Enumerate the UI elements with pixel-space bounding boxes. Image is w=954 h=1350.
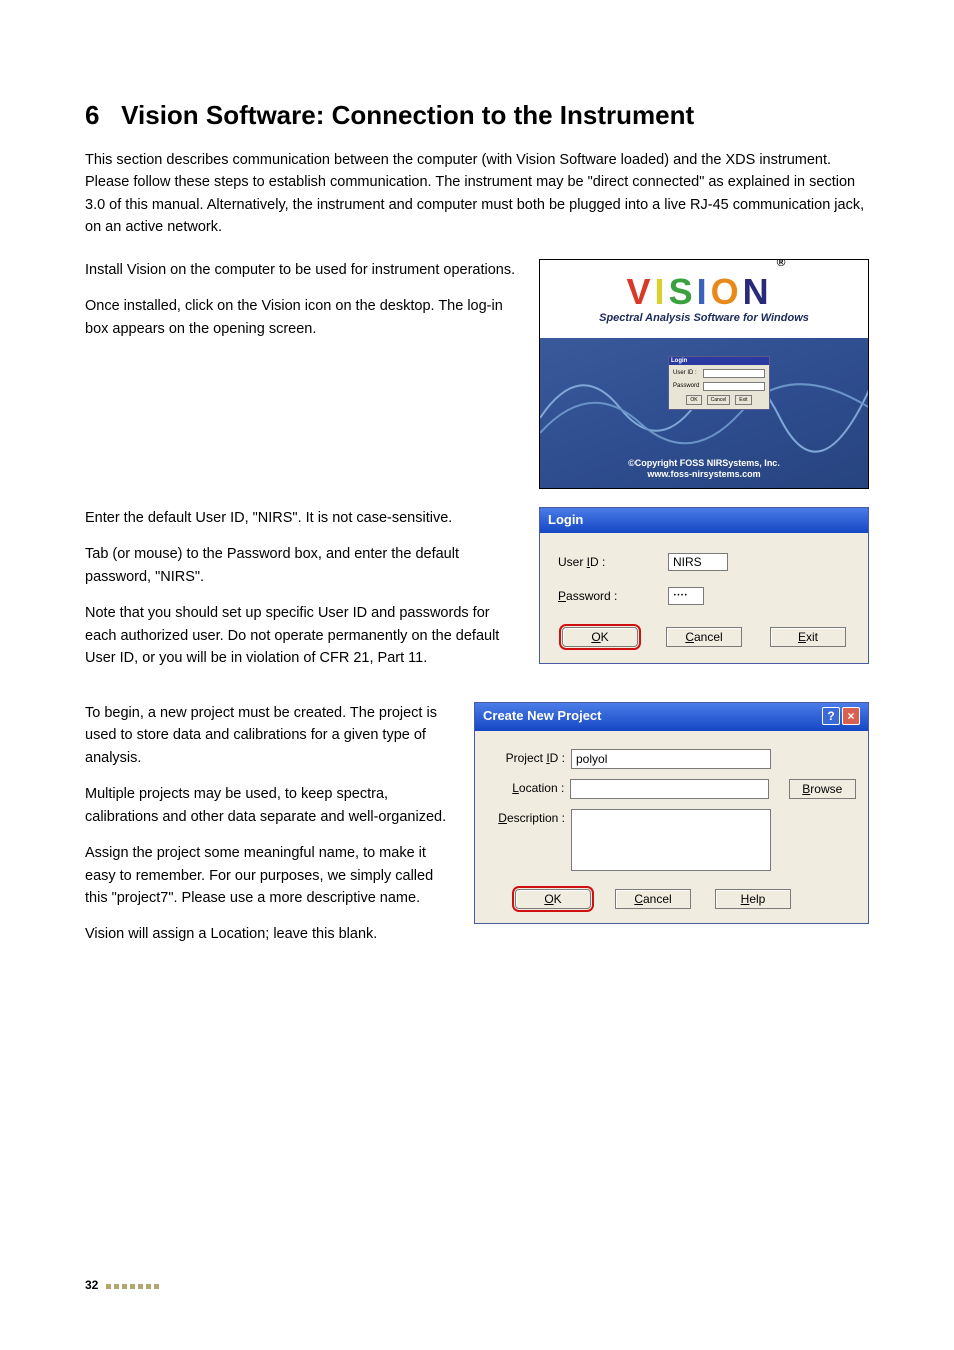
location-label: Location : [487, 779, 570, 795]
project-titlebar: Create New Project ? × [475, 703, 868, 731]
cancel-button[interactable]: Cancel [615, 889, 691, 909]
section-title-text: Vision Software: Connection to the Instr… [121, 100, 694, 130]
body-text: Tab (or mouse) to the Password box, and … [85, 543, 521, 588]
section-number: 6 [85, 100, 99, 130]
user-id-label: User ID : [558, 555, 668, 569]
vision-logo: VISION® [627, 274, 782, 310]
page-footer: 32 [85, 1278, 162, 1292]
body-text: Install Vision on the computer to be use… [85, 259, 521, 281]
intro-paragraph: This section describes communication bet… [85, 149, 869, 239]
body-text: Note that you should set up specific Use… [85, 602, 521, 669]
login-title: Login [548, 512, 583, 527]
ok-button[interactable]: OK [562, 627, 638, 647]
login-dialog-figure: Login User ID : Password : OK Cancel Exi… [539, 507, 869, 664]
splash-url: www.foss-nirsystems.com [540, 469, 868, 480]
cancel-button[interactable]: Cancel [666, 627, 742, 647]
create-project-dialog-figure: Create New Project ? × Project ID : Loca… [474, 702, 869, 924]
body-text: Once installed, click on the Vision icon… [85, 295, 521, 340]
project-title: Create New Project [483, 708, 602, 723]
exit-button[interactable]: Exit [770, 627, 846, 647]
splash-mini-login: Login User ID : Password OK Cancel Exit [668, 356, 770, 410]
page-number: 32 [85, 1278, 98, 1292]
splash-copyright: ©Copyright FOSS NIRSystems, Inc. [540, 458, 868, 469]
location-input[interactable] [570, 779, 768, 799]
password-input[interactable] [668, 587, 704, 605]
body-text: Assign the project some meaningful name,… [85, 842, 456, 909]
section-heading: 6 Vision Software: Connection to the Ins… [85, 100, 869, 131]
body-text: Enter the default User ID, "NIRS". It is… [85, 507, 521, 529]
login-titlebar: Login [540, 508, 868, 533]
mini-titlebar: Login [669, 357, 769, 365]
body-text: To begin, a new project must be created.… [85, 702, 456, 769]
footer-dots-icon [106, 1278, 162, 1292]
description-input[interactable] [571, 809, 771, 871]
body-text: Multiple projects may be used, to keep s… [85, 783, 456, 828]
project-id-label: Project ID : [487, 749, 571, 765]
close-icon[interactable]: × [842, 707, 860, 725]
user-id-input[interactable] [668, 553, 728, 571]
browse-button[interactable]: Browse [789, 779, 856, 799]
help-icon[interactable]: ? [822, 707, 840, 725]
password-label: Password : [558, 589, 668, 603]
description-label: Description : [487, 809, 571, 825]
vision-splash-figure: VISION® Spectral Analysis Software for W… [539, 259, 869, 489]
help-button[interactable]: Help [715, 889, 791, 909]
splash-tagline: Spectral Analysis Software for Windows [599, 312, 809, 324]
ok-button[interactable]: OK [515, 889, 591, 909]
project-id-input[interactable] [571, 749, 771, 769]
body-text: Vision will assign a Location; leave thi… [85, 923, 456, 945]
